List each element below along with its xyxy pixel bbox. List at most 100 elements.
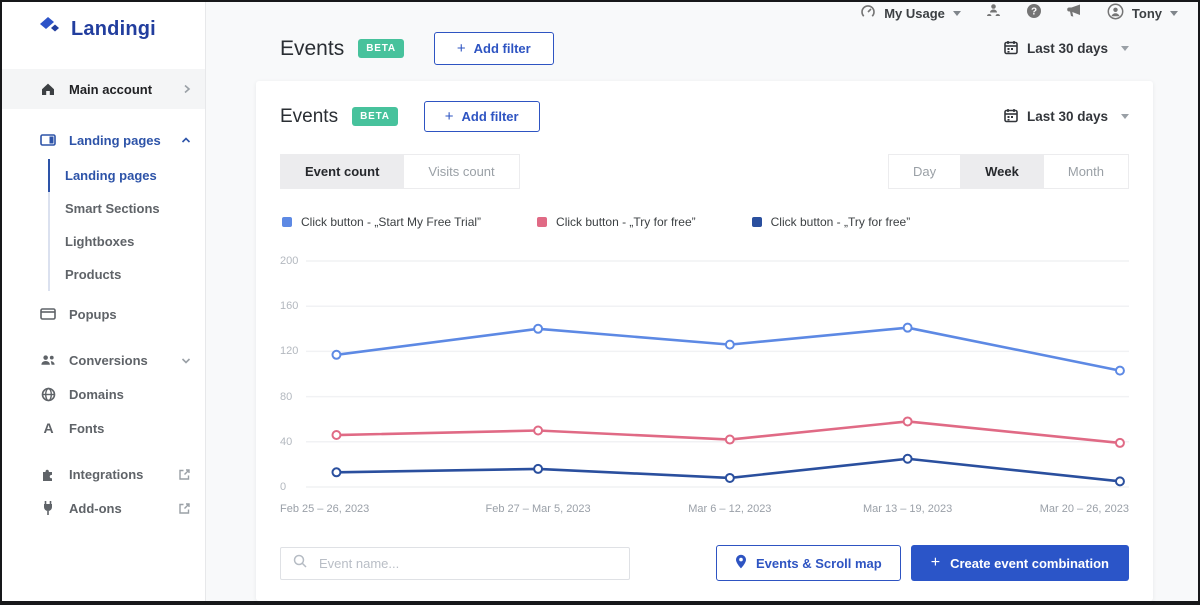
legend-item[interactable]: Click button - „Try for free” [537, 215, 696, 229]
date-range-dropdown[interactable]: Last 30 days [1004, 40, 1129, 58]
y-tick-label: 200 [280, 255, 299, 267]
sidebar-item-popups[interactable]: Popups [2, 297, 205, 331]
sidebar-item-landing-pages-group[interactable]: Landing pages [2, 123, 205, 157]
create-event-combination-label: Create event combination [950, 555, 1109, 571]
megaphone-icon[interactable] [1066, 3, 1083, 23]
date-range-label: Last 30 days [1026, 41, 1108, 56]
create-event-combination-button[interactable]: + Create event combination [910, 545, 1129, 581]
legend-item[interactable]: Click button - „Try for free” [751, 215, 910, 229]
conversions-icon [40, 352, 56, 368]
page-title: Events [280, 36, 345, 60]
brand-name: Landingi [71, 18, 156, 40]
my-usage-dropdown[interactable]: My Usage [860, 4, 961, 23]
sidebar-item-label: Popups [69, 306, 117, 322]
sidebar-item-landing-pages[interactable]: Landing pages [48, 159, 205, 192]
legend-item[interactable]: Click button - „Start My Free Trial” [282, 215, 481, 229]
add-filter-button[interactable]: + Add filter [433, 32, 554, 65]
caret-down-icon [1170, 10, 1178, 16]
caret-down-icon [1121, 114, 1129, 119]
legend-swatch [751, 217, 762, 227]
account-dropdown[interactable]: Tony [1107, 3, 1178, 23]
card-title: Events [280, 105, 339, 127]
landing-pages-submenu: Landing pages Smart Sections Lightboxes … [48, 159, 205, 291]
person-circle-icon [1107, 3, 1124, 23]
username-label: Tony [1131, 5, 1162, 21]
sidebar-item-smart-sections[interactable]: Smart Sections [48, 192, 205, 225]
chart-plot-area [306, 253, 1129, 495]
sidebar-item-label: Add-ons [69, 500, 122, 516]
plus-icon: + [444, 108, 454, 125]
tab-week[interactable]: Week [961, 154, 1044, 189]
event-name-input[interactable] [319, 555, 617, 571]
event-search [280, 546, 630, 580]
legend-swatch [282, 217, 292, 227]
events-scroll-map-button[interactable]: Events & Scroll map [716, 545, 901, 581]
sidebar-item-fonts[interactable]: A Fonts [2, 411, 205, 445]
sidebar-item-domains[interactable]: Domains [2, 377, 205, 411]
sidebar-item-label: Integrations [69, 466, 144, 482]
add-filter-label: Add filter [461, 109, 519, 124]
chevron-up-icon [181, 136, 191, 144]
x-tick-label: Feb 27 – Mar 5, 2023 [485, 503, 591, 515]
sidebar-item-conversions[interactable]: Conversions [2, 343, 205, 377]
tab-month[interactable]: Month [1043, 154, 1129, 189]
card-footer: Events & Scroll map + Create event combi… [280, 545, 1129, 581]
landing-pages-icon [40, 132, 56, 148]
globe-icon [40, 386, 56, 402]
puzzle-icon [40, 466, 56, 482]
main-area: My Usage ? Tony Events BETA + Add filter… [206, 2, 1198, 601]
date-range-dropdown[interactable]: Last 30 days [1004, 108, 1129, 126]
add-filter-label: Add filter [473, 41, 531, 56]
map-pin-icon [735, 554, 747, 572]
sidebar: Landingi Main account Landing pages Land… [2, 2, 206, 601]
sidebar-item-label: Domains [69, 386, 124, 402]
events-card: Events BETA + Add filter Last 30 days Ev… [256, 81, 1153, 601]
fonts-icon: A [40, 420, 56, 436]
tab-visits-count[interactable]: Visits count [404, 154, 520, 189]
tab-event-count[interactable]: Event count [280, 154, 405, 189]
y-tick-label: 80 [280, 390, 293, 403]
affiliate-icon[interactable] [985, 3, 1002, 23]
sidebar-item-add-ons[interactable]: Add-ons [2, 491, 205, 525]
y-tick-label: 0 [280, 481, 287, 493]
legend-label: Click button - „Try for free” [556, 215, 696, 229]
count-tabs: Event count Visits count [280, 154, 520, 189]
help-icon[interactable]: ? [1026, 3, 1042, 24]
beta-badge: BETA [352, 107, 398, 126]
svg-text:A: A [43, 421, 53, 436]
sidebar-item-lightboxes[interactable]: Lightboxes [48, 225, 205, 258]
line-chart: 0 40 80 120 160 200 Feb 25 – 26, 2023 Feb 27 –… [280, 253, 1129, 521]
events-scroll-map-label: Events & Scroll map [756, 555, 882, 571]
x-tick-label: Mar 6 – 12, 2023 [688, 503, 772, 515]
sidebar-item-integrations[interactable]: Integrations [2, 457, 205, 491]
gauge-icon [860, 4, 876, 23]
external-link-icon [178, 502, 191, 515]
page-header: Events BETA + Add filter Last 30 days [256, 32, 1153, 65]
sidebar-item-label: Conversions [69, 352, 148, 368]
add-filter-button[interactable]: + Add filter [423, 101, 540, 132]
caret-down-icon [1121, 46, 1129, 51]
plus-icon: + [930, 554, 941, 571]
sidebar-item-label: Smart Sections [65, 201, 160, 216]
landingi-logo-icon [38, 16, 62, 43]
svg-text:?: ? [1031, 6, 1037, 17]
sidebar-item-label: Products [65, 267, 122, 282]
landingi-logo[interactable]: Landingi [2, 12, 205, 47]
legend-swatch [537, 217, 548, 227]
x-tick-label: Feb 25 – 26, 2023 [280, 503, 370, 515]
external-link-icon [178, 468, 191, 481]
granularity-tabs: Day Week Month [888, 154, 1129, 189]
sidebar-item-main-account[interactable]: Main account [2, 69, 205, 109]
app-window: Landingi Main account Landing pages Land… [2, 2, 1198, 601]
sidebar-item-products[interactable]: Products [48, 258, 205, 291]
y-tick-label: 160 [280, 300, 299, 313]
sidebar-item-label: Main account [69, 81, 153, 97]
popups-icon [40, 306, 56, 322]
chevron-right-icon [183, 84, 191, 94]
tab-day[interactable]: Day [888, 154, 962, 189]
plug-icon [40, 500, 56, 516]
legend-label: Click button - „Start My Free Trial” [301, 215, 482, 229]
beta-badge: BETA [358, 39, 404, 58]
calendar-icon [1004, 40, 1018, 58]
sidebar-item-label: Fonts [69, 420, 105, 436]
